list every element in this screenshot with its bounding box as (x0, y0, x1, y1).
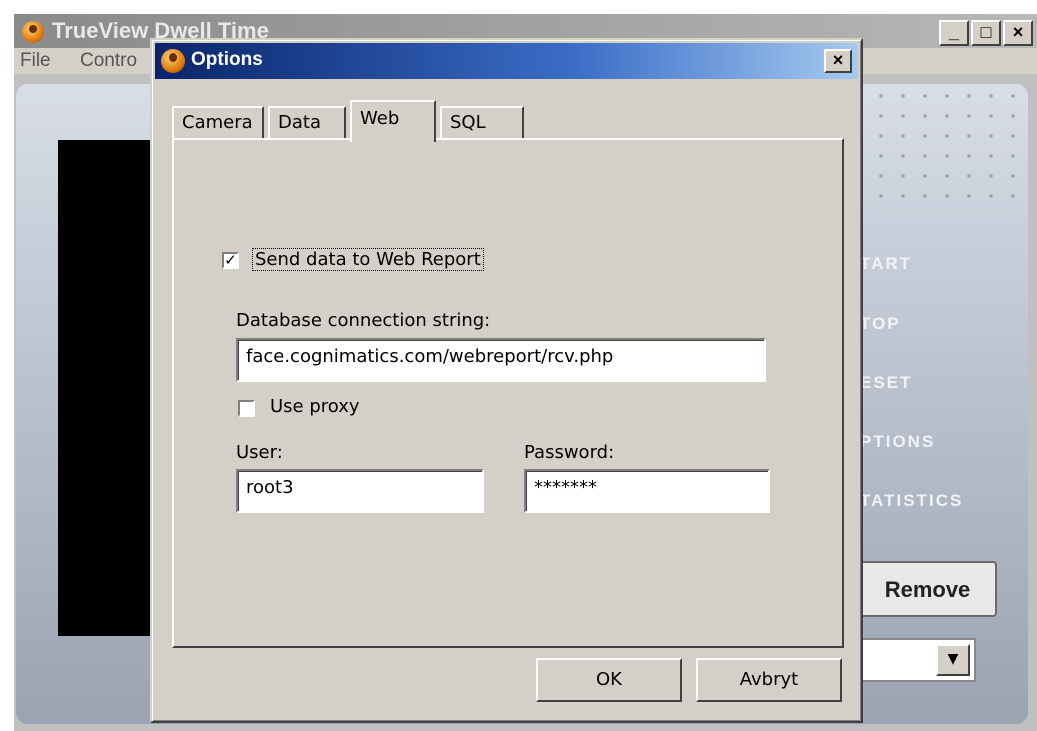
password-label: Password: (524, 442, 615, 463)
side-options-button[interactable]: PTIONS (860, 432, 935, 452)
user-label: User: (236, 442, 283, 463)
app-logo-icon (161, 49, 185, 73)
decorative-dots (848, 86, 1028, 206)
password-input[interactable]: ******* (524, 469, 770, 513)
video-preview (58, 140, 158, 636)
menu-file[interactable]: File (20, 50, 51, 72)
app-logo-icon (22, 21, 44, 43)
dialog-close-button[interactable]: × (824, 49, 852, 73)
tab-camera[interactable]: Camera (172, 106, 264, 140)
dialog-titlebar[interactable]: Options × (155, 43, 858, 79)
send-data-checkbox[interactable]: ✓ (222, 252, 239, 269)
chevron-down-icon[interactable]: ▼ (936, 644, 970, 676)
tab-data[interactable]: Data (268, 106, 346, 140)
tab-sql[interactable]: SQL (440, 106, 524, 140)
user-input[interactable]: root3 (236, 469, 484, 513)
use-proxy-checkbox[interactable] (238, 400, 255, 417)
remove-button[interactable]: Remove (858, 561, 997, 617)
connection-string-input[interactable]: face.cognimatics.com/webreport/rcv.php (236, 338, 766, 382)
menu-control[interactable]: Contro (80, 50, 137, 72)
side-start-button[interactable]: TART (860, 254, 912, 274)
use-proxy-label[interactable]: Use proxy (270, 396, 360, 417)
tab-web[interactable]: Web (350, 100, 436, 142)
cancel-button[interactable]: Avbryt (696, 658, 842, 702)
connection-string-label: Database connection string: (236, 310, 491, 331)
send-data-label[interactable]: Send data to Web Report (252, 248, 484, 271)
minimize-button[interactable]: _ (939, 20, 969, 46)
maximize-button[interactable]: □ (971, 20, 1001, 46)
side-statistics-button[interactable]: TATISTICS (860, 491, 963, 511)
camera-select[interactable]: ▼ (860, 638, 976, 682)
side-stop-button[interactable]: TOP (860, 314, 901, 334)
options-dialog: Options × Camera Data Web SQL ✓ Send dat… (150, 38, 863, 723)
close-button[interactable]: × (1003, 20, 1033, 46)
ok-button[interactable]: OK (536, 658, 682, 702)
web-tab-panel (172, 138, 844, 648)
dialog-title: Options (191, 49, 263, 70)
side-reset-button[interactable]: ESET (860, 373, 912, 393)
